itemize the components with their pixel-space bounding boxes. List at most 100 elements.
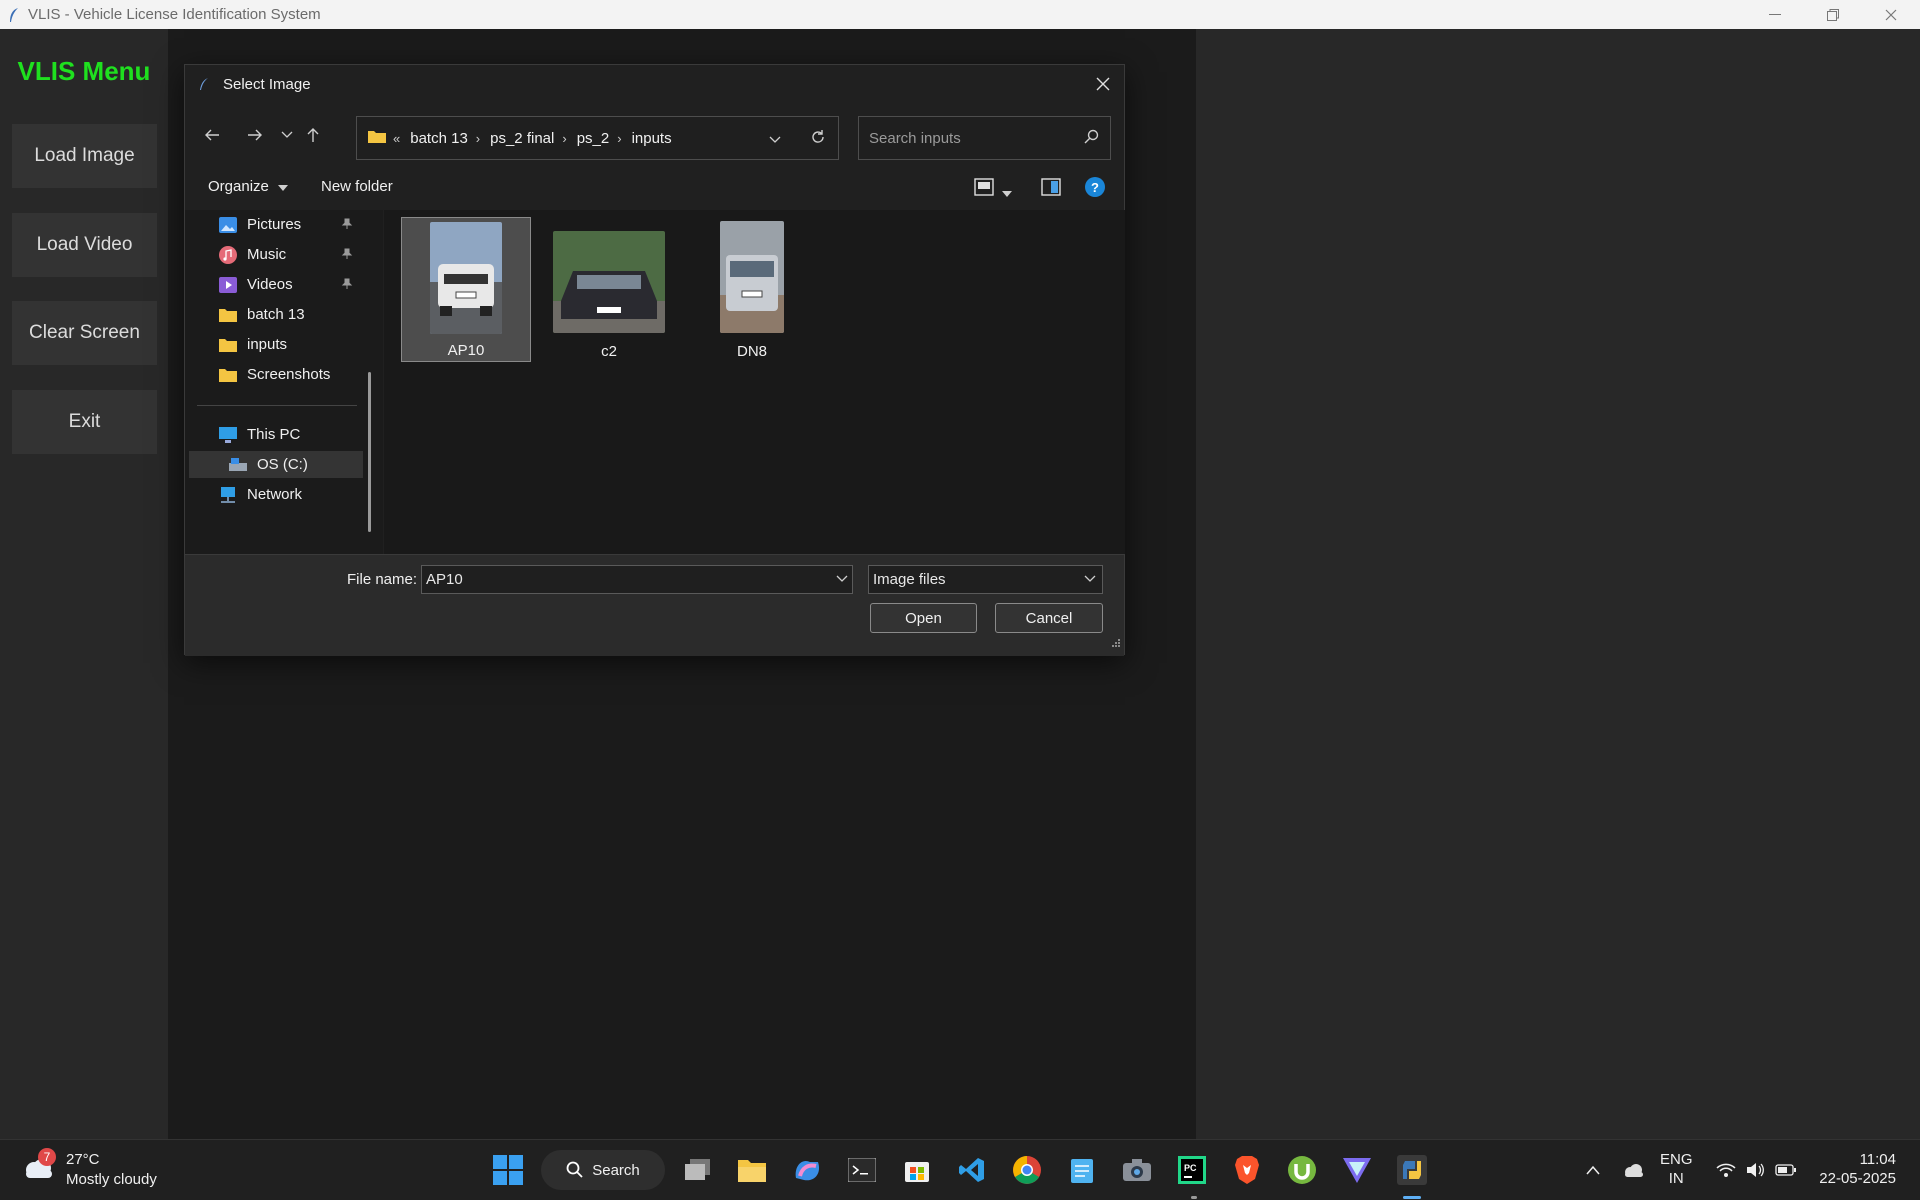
file-item-ap10[interactable]: AP10: [401, 217, 531, 362]
nav-item-pictures[interactable]: Pictures: [189, 211, 359, 238]
forward-arrow-icon[interactable]: [240, 120, 270, 150]
breadcrumb-ps2[interactable]: ps_2: [577, 130, 610, 147]
notepad-icon[interactable]: [1064, 1152, 1100, 1188]
preview-pane-icon[interactable]: [1041, 178, 1061, 200]
search-input[interactable]: Search inputs: [858, 116, 1111, 160]
clear-screen-button[interactable]: Clear Screen: [12, 301, 157, 365]
organize-button[interactable]: Organize: [208, 178, 289, 195]
chevron-down-icon[interactable]: [1084, 571, 1096, 591]
taskbar: 7 27°C Mostly cloudy Search PC ENG IN 11…: [0, 1139, 1920, 1200]
vscode-icon[interactable]: [954, 1152, 990, 1188]
nav-item-batch13[interactable]: batch 13: [189, 301, 359, 328]
sidebar: VLIS Menu Load Image Load Video Clear Sc…: [0, 29, 168, 1139]
music-icon: [217, 245, 239, 264]
onedrive-icon[interactable]: [1615, 1152, 1651, 1188]
resize-grip-icon[interactable]: [1111, 635, 1121, 653]
cancel-button[interactable]: Cancel: [995, 603, 1103, 633]
restore-icon[interactable]: [1804, 0, 1862, 29]
file-item-dn8[interactable]: DN8: [687, 217, 817, 362]
nav-item-network[interactable]: Network: [189, 481, 359, 508]
utorrent-icon[interactable]: [1284, 1152, 1320, 1188]
start-icon[interactable]: [490, 1152, 526, 1188]
language-indicator[interactable]: ENG IN: [1660, 1150, 1693, 1188]
up-arrow-icon[interactable]: [298, 120, 328, 150]
nav-item-videos[interactable]: Videos: [189, 271, 359, 298]
nav-item-os-c[interactable]: OS (C:): [189, 451, 363, 478]
breadcrumb-inputs[interactable]: inputs: [632, 130, 672, 147]
navigation-pane: Pictures Music Videos batch 13 inputs Sc…: [185, 210, 383, 554]
minimize-icon[interactable]: [1746, 0, 1804, 29]
network-icon: [217, 486, 239, 504]
file-name-field[interactable]: AP10: [421, 565, 853, 594]
search-icon[interactable]: [1084, 129, 1100, 149]
breadcrumb-separator-icon[interactable]: ›: [562, 131, 566, 146]
terminal-icon[interactable]: [844, 1152, 880, 1188]
feather-icon: [185, 77, 223, 91]
file-item-c2[interactable]: c2: [544, 217, 674, 362]
file-name-value: AP10: [426, 571, 463, 588]
nav-item-music[interactable]: Music: [189, 241, 359, 268]
drive-icon: [227, 456, 249, 474]
pin-icon: [341, 277, 353, 294]
image-thumbnail: [553, 231, 665, 333]
brave-icon[interactable]: [1229, 1152, 1265, 1188]
language-code: ENG: [1660, 1151, 1693, 1168]
battery-icon[interactable]: [1768, 1152, 1804, 1188]
dialog-title: Select Image: [223, 75, 311, 93]
view-mode-icon[interactable]: [974, 178, 994, 200]
new-folder-button[interactable]: New folder: [321, 178, 393, 195]
breadcrumb-separator-icon[interactable]: ›: [476, 131, 480, 146]
store-icon[interactable]: [899, 1152, 935, 1188]
taskbar-search-label: Search: [592, 1161, 640, 1179]
overflow-chevron-icon[interactable]: «: [393, 131, 400, 146]
exit-button[interactable]: Exit: [12, 390, 157, 454]
svg-text:?: ?: [1091, 180, 1099, 195]
copilot-icon[interactable]: [789, 1152, 825, 1188]
weather-condition: Mostly cloudy: [66, 1171, 157, 1188]
nav-item-label: This PC: [247, 426, 301, 443]
view-dropdown-icon[interactable]: [1002, 184, 1012, 201]
chrome-icon[interactable]: [1009, 1152, 1045, 1188]
breadcrumb-separator-icon[interactable]: ›: [617, 131, 621, 146]
breadcrumb-ps2final[interactable]: ps_2 final: [490, 130, 554, 147]
nav-item-screenshots[interactable]: Screenshots: [189, 361, 359, 388]
weather-widget[interactable]: 7 27°C Mostly cloudy: [20, 1148, 157, 1190]
back-arrow-icon[interactable]: [197, 120, 227, 150]
dialog-close-icon[interactable]: [1090, 71, 1116, 97]
camera-icon[interactable]: [1119, 1152, 1155, 1188]
nav-item-this-pc[interactable]: This PC: [189, 421, 359, 448]
pictures-icon: [217, 216, 239, 234]
breadcrumb-batch13[interactable]: batch 13: [410, 130, 468, 147]
feather-icon: [0, 7, 28, 23]
file-explorer-icon[interactable]: [734, 1152, 770, 1188]
address-bar[interactable]: « batch 13 › ps_2 final › ps_2 › inputs: [356, 116, 839, 160]
vpn-icon[interactable]: [1339, 1152, 1375, 1188]
weather-badge: 7: [38, 1148, 56, 1166]
task-view-icon[interactable]: [680, 1152, 716, 1188]
address-dropdown-icon[interactable]: [769, 131, 781, 148]
help-icon[interactable]: ?: [1085, 177, 1105, 201]
image-thumbnail: [720, 221, 784, 333]
taskbar-search[interactable]: Search: [541, 1150, 665, 1190]
close-icon[interactable]: [1862, 0, 1920, 29]
file-name: AP10: [447, 342, 485, 359]
file-type-select[interactable]: Image files: [868, 565, 1103, 594]
clock-date: 22-05-2025: [1819, 1170, 1896, 1187]
pin-icon: [341, 247, 353, 264]
clock[interactable]: 11:04 22-05-2025: [1818, 1150, 1896, 1188]
chevron-down-icon[interactable]: [836, 571, 848, 591]
open-button[interactable]: Open: [870, 603, 977, 633]
dialog-footer: File name: AP10 Image files Open Cancel: [185, 554, 1124, 656]
nav-item-label: Music: [247, 246, 287, 263]
load-image-button[interactable]: Load Image: [12, 124, 157, 188]
pycharm-icon[interactable]: PC: [1174, 1152, 1210, 1188]
python-icon[interactable]: [1394, 1152, 1430, 1188]
refresh-icon[interactable]: [810, 129, 826, 149]
nav-item-label: Network: [247, 486, 303, 503]
nav-scrollbar[interactable]: [368, 372, 371, 532]
load-video-button[interactable]: Load Video: [12, 213, 157, 277]
nav-item-label: OS (C:): [257, 456, 308, 473]
image-thumbnail: [430, 222, 502, 334]
tray-chevron-up-icon[interactable]: [1575, 1152, 1611, 1188]
nav-item-inputs[interactable]: inputs: [189, 331, 359, 358]
